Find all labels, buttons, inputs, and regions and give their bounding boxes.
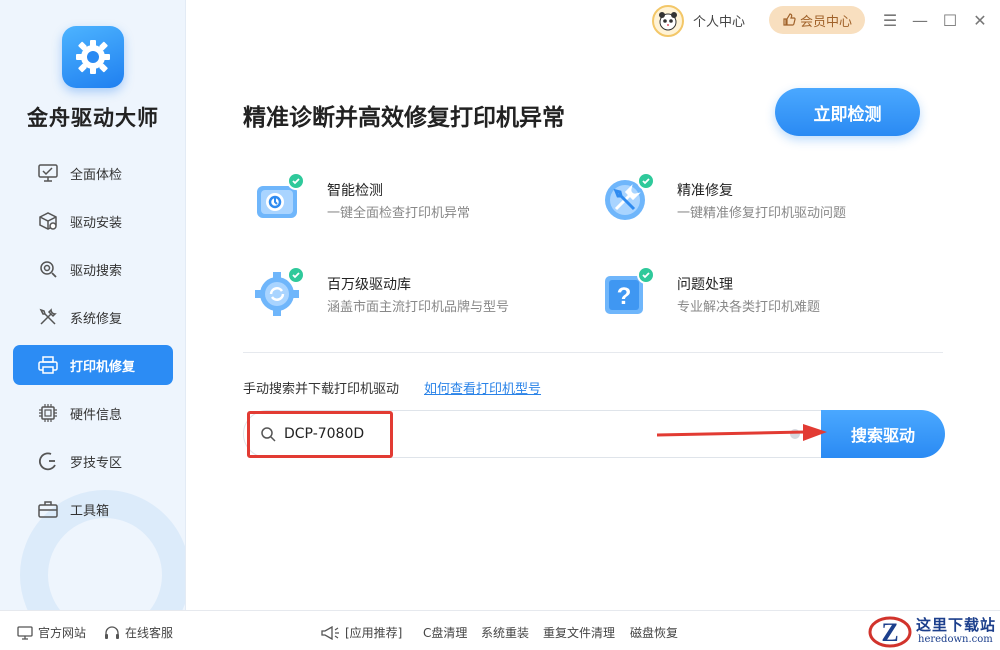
feature-problem-handling: ? 问题处理 专业解决各类打印机难题 (603, 266, 903, 326)
watermark-logo-icon: Z (868, 616, 912, 648)
highlight-annotation-box (247, 411, 393, 458)
sidebar-item-label: 罗技专区 (70, 455, 123, 471)
sidebar-item-label: 驱动安装 (70, 215, 123, 231)
logitech-icon (37, 450, 59, 472)
sidebar-item-logitech[interactable]: 罗技专区 (13, 441, 173, 481)
monitor-check-icon (37, 162, 59, 184)
footer-link-reinstall[interactable]: 系统重装 (481, 624, 529, 641)
toolbox-icon (37, 498, 59, 520)
megaphone-icon (321, 625, 339, 640)
check-icon (287, 172, 305, 190)
sidebar: 金舟驱动大师 全面体检 驱动安装 驱动搜索 系统修复 打印机修复 硬件信息 罗技… (0, 0, 186, 610)
wrench-screwdriver-icon (37, 306, 59, 328)
headset-icon (105, 625, 119, 639)
footer-label: 在线客服 (125, 626, 174, 640)
sidebar-item-label: 硬件信息 (70, 407, 123, 423)
profile-center-link[interactable]: 个人中心 (693, 11, 745, 30)
gear-icon (76, 40, 110, 74)
sidebar-item-label: 打印机修复 (70, 359, 136, 375)
feature-title: 智能检测 (327, 183, 383, 199)
app-name: 金舟驱动大师 (27, 106, 159, 130)
box-gear-icon (37, 210, 59, 232)
official-website-link[interactable]: 官方网站 (17, 624, 86, 641)
check-icon (637, 266, 655, 284)
arrow-annotation-icon (656, 424, 827, 441)
panda-avatar-icon (659, 12, 677, 31)
footer-link-c-clean[interactable]: C盘清理 (423, 624, 467, 641)
feature-title: 精准修复 (677, 183, 733, 199)
sidebar-item-label: 全面体检 (70, 167, 123, 183)
divider (243, 352, 943, 353)
printer-icon (37, 354, 59, 376)
feature-smart-detect: 智能检测 一键全面检查打印机异常 (253, 172, 553, 232)
sidebar-item-driver-install[interactable]: 驱动安装 (13, 201, 173, 241)
app-logo (62, 26, 124, 88)
watermark-domain: heredown.com (918, 634, 993, 645)
feature-title: 百万级驱动库 (327, 277, 411, 293)
svg-text:?: ? (617, 283, 632, 310)
menu-button[interactable]: ☰ (880, 10, 900, 30)
monitor-icon (17, 625, 33, 640)
watermark: Z 这里下载站 heredown.com (866, 612, 1000, 650)
sidebar-nav: 全面体检 驱动安装 驱动搜索 系统修复 打印机修复 硬件信息 罗技专区 工具箱 (13, 153, 173, 537)
sidebar-item-full-check[interactable]: 全面体检 (13, 153, 173, 193)
sidebar-item-hardware-info[interactable]: 硬件信息 (13, 393, 173, 433)
watermark-title: 这里下载站 (916, 616, 997, 634)
chip-icon (37, 402, 59, 424)
sidebar-item-label: 系统修复 (70, 311, 123, 327)
search-driver-button[interactable]: 搜索驱动 (821, 410, 945, 458)
svg-text:Z: Z (881, 618, 898, 647)
sidebar-item-printer-repair[interactable]: 打印机修复 (13, 345, 173, 385)
title-bar: 个人中心 会员中心 ☰ — ☐ ✕ (186, 0, 1000, 40)
vip-center-label: 会员中心 (799, 14, 852, 30)
minimize-button[interactable]: — (910, 10, 930, 30)
feature-title: 问题处理 (677, 277, 733, 293)
how-to-check-model-link[interactable]: 如何查看打印机型号 (424, 378, 541, 397)
avatar[interactable] (652, 5, 684, 37)
vip-center-button[interactable]: 会员中心 (769, 6, 865, 34)
check-icon (637, 172, 655, 190)
close-button[interactable]: ✕ (970, 10, 990, 30)
feature-desc: 专业解决各类打印机难题 (677, 300, 821, 315)
sidebar-item-system-repair[interactable]: 系统修复 (13, 297, 173, 337)
online-support-link[interactable]: 在线客服 (104, 624, 173, 641)
sidebar-item-label: 工具箱 (70, 503, 110, 519)
manual-search-label: 手动搜索并下载打印机驱动 (243, 382, 400, 397)
recommend-label: [应用推荐] (345, 626, 403, 640)
footer-link-disk-recovery[interactable]: 磁盘恢复 (630, 624, 678, 641)
sidebar-item-label: 驱动搜索 (70, 263, 123, 279)
page-title: 精准诊断并高效修复打印机异常 (243, 105, 565, 131)
feature-desc: 涵盖市面主流打印机品牌与型号 (327, 300, 510, 315)
footer-label: 官方网站 (38, 626, 87, 640)
feature-driver-library: 百万级驱动库 涵盖市面主流打印机品牌与型号 (253, 266, 553, 326)
feature-precise-repair: 精准修复 一键精准修复打印机驱动问题 (603, 172, 903, 232)
detect-now-button[interactable]: 立即检测 (775, 88, 920, 136)
footer-link-duplicate-clean[interactable]: 重复文件清理 (543, 624, 615, 641)
check-icon (287, 266, 305, 284)
sidebar-item-driver-search[interactable]: 驱动搜索 (13, 249, 173, 289)
app-recommend: [应用推荐] (320, 624, 402, 641)
gear-search-icon (37, 258, 59, 280)
thumbs-up-icon (783, 13, 796, 26)
maximize-button[interactable]: ☐ (940, 10, 960, 30)
feature-desc: 一键精准修复打印机驱动问题 (677, 206, 847, 221)
sidebar-item-toolbox[interactable]: 工具箱 (13, 489, 173, 529)
feature-desc: 一键全面检查打印机异常 (327, 206, 471, 221)
footer-bar: 官方网站 在线客服 [应用推荐] C盘清理 系统重装 重复文件清理 磁盘恢复 (0, 610, 1000, 650)
